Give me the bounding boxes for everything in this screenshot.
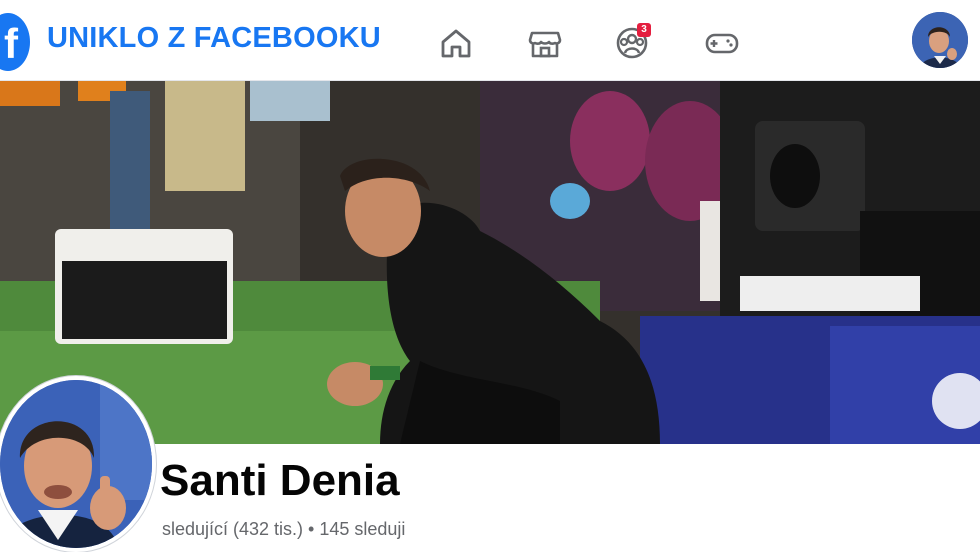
nav-marketplace[interactable] [526, 24, 564, 62]
facebook-logo-letter: f [4, 20, 18, 67]
account-avatar[interactable] [912, 12, 968, 68]
page-title: UNIKLO Z FACEBOOKU [47, 22, 381, 54]
gaming-icon [705, 33, 739, 54]
home-icon [441, 29, 471, 58]
profile-stats[interactable]: sledující (432 tis.) • 145 sleduji [162, 519, 405, 540]
facebook-logo-icon[interactable]: f [0, 13, 30, 71]
nav-home[interactable] [437, 24, 475, 62]
top-navigation-bar: f UNIKLO Z FACEBOOKU 3 [0, 0, 980, 81]
profile-name: Santi Denia [160, 456, 400, 505]
cover-photo-image [0, 81, 980, 444]
notification-badge: 3 [637, 23, 651, 37]
cover-photo[interactable] [0, 81, 980, 444]
nav-groups[interactable]: 3 [613, 23, 651, 62]
profile-avatar[interactable] [0, 376, 156, 552]
profile-avatar-small-icon [912, 12, 968, 68]
profile-avatar-photo [0, 380, 152, 548]
nav-gaming[interactable] [703, 24, 741, 62]
marketplace-icon [528, 31, 562, 58]
